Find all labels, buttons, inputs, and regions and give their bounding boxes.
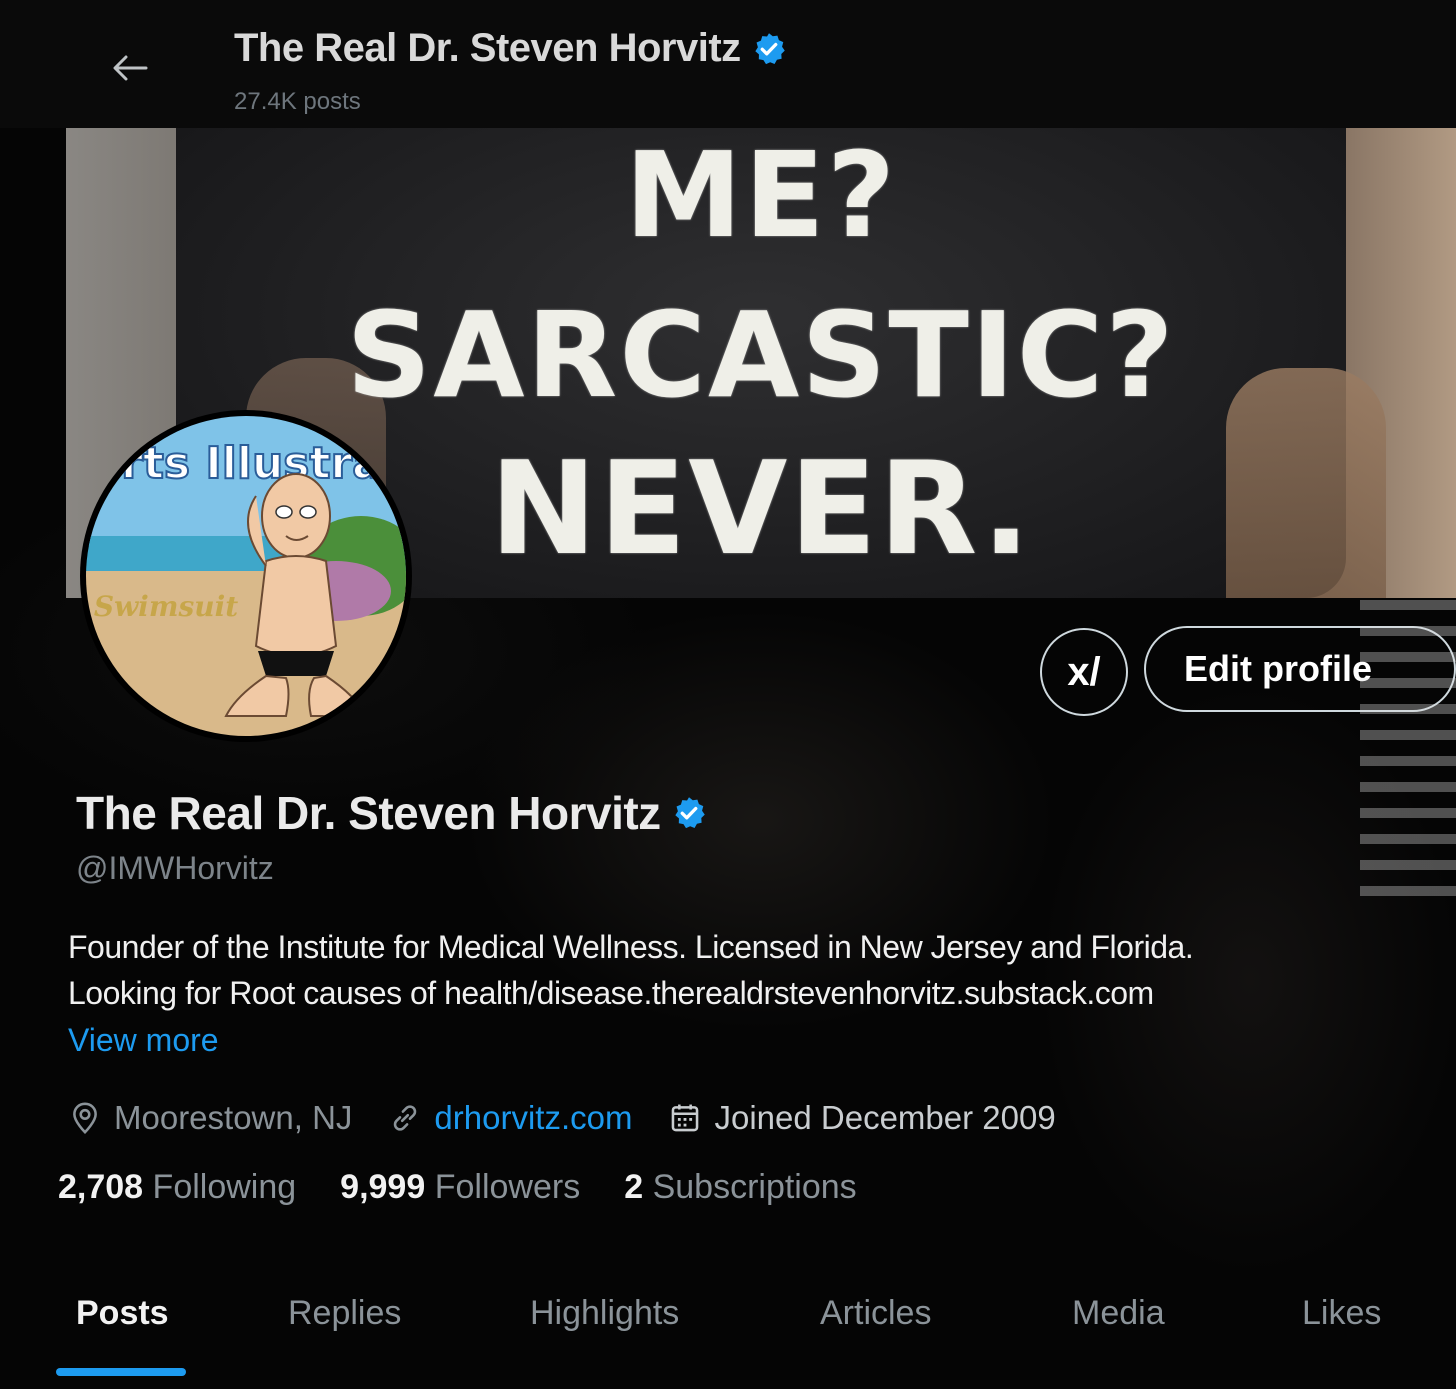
active-tab-indicator (56, 1368, 186, 1376)
profile-name-row: The Real Dr. Steven Horvitz (76, 786, 707, 840)
subscriptions-stat[interactable]: 2 Subscriptions (624, 1168, 856, 1207)
profile-stats: 2,708 Following 9,999 Followers 2 Subscr… (58, 1168, 901, 1207)
followers-count: 9,999 (340, 1168, 426, 1206)
website-item: drhorvitz.com (388, 1099, 632, 1137)
subscriptions-count: 2 (624, 1168, 644, 1206)
following-stat[interactable]: 2,708 Following (58, 1168, 296, 1207)
link-icon (394, 1105, 417, 1131)
avatar[interactable]: Sports Illustrated Swimsuit (86, 416, 406, 736)
tab-posts[interactable]: Posts (76, 1294, 169, 1333)
location-text: Moorestown, NJ (114, 1099, 353, 1136)
website-link[interactable]: drhorvitz.com (434, 1099, 632, 1137)
bio-line1: Founder of the Institute for Medical Wel… (68, 929, 1194, 965)
tab-likes[interactable]: Likes (1302, 1294, 1381, 1333)
banner-text-line2: SARCASTIC? (346, 286, 1176, 424)
tab-replies[interactable]: Replies (288, 1294, 401, 1333)
avatar-illustration: Sports Illustrated Swimsuit (86, 416, 406, 736)
profile-name: The Real Dr. Steven Horvitz (76, 787, 661, 839)
following-label: Following (152, 1168, 297, 1206)
verified-badge-icon[interactable] (671, 795, 707, 831)
header-title: The Real Dr. Steven Horvitz (234, 26, 787, 71)
joined-text: Joined December 2009 (714, 1099, 1056, 1136)
grok-button[interactable]: x/ (1040, 628, 1128, 716)
verified-badge-icon (755, 32, 785, 64)
followers-stat[interactable]: 9,999 Followers (340, 1168, 580, 1207)
calendar-icon (672, 1104, 699, 1132)
edit-profile-button[interactable]: Edit profile (1144, 626, 1456, 712)
arrow-left-icon (113, 55, 148, 81)
profile-meta: Moorestown, NJ drhorvitz.com Joined Dece… (68, 1094, 1092, 1142)
location-item: Moorestown, NJ (68, 1099, 352, 1137)
bio-line2: Looking for Root causes of health/diseas… (68, 975, 1154, 1011)
profile-handle: @IMWHorvitz (76, 850, 274, 886)
view-more-link[interactable]: View more (68, 1022, 219, 1059)
top-bar: The Real Dr. Steven Horvitz 27.4K posts (0, 0, 1456, 128)
profile-tabs: Posts Replies Highlights Articles Media … (0, 1280, 1456, 1389)
following-count: 2,708 (58, 1168, 144, 1206)
subscriptions-label: Subscriptions (652, 1168, 857, 1206)
followers-label: Followers (434, 1168, 581, 1206)
joined-item: Joined December 2009 (668, 1099, 1056, 1137)
tab-articles[interactable]: Articles (820, 1294, 931, 1333)
banner-text-line1: ME? (624, 128, 898, 264)
tab-media[interactable]: Media (1072, 1294, 1165, 1333)
tab-highlights[interactable]: Highlights (530, 1294, 679, 1333)
avatar-text-mid: Swimsuit (94, 590, 238, 623)
header-posts-count: 27.4K posts (234, 88, 361, 115)
header-name: The Real Dr. Steven Horvitz (234, 26, 741, 70)
back-button[interactable] (100, 44, 160, 92)
grok-icon: x/ (1067, 649, 1101, 694)
profile-bio: Founder of the Institute for Medical Wel… (68, 924, 1408, 1016)
location-pin-icon (73, 1102, 97, 1134)
